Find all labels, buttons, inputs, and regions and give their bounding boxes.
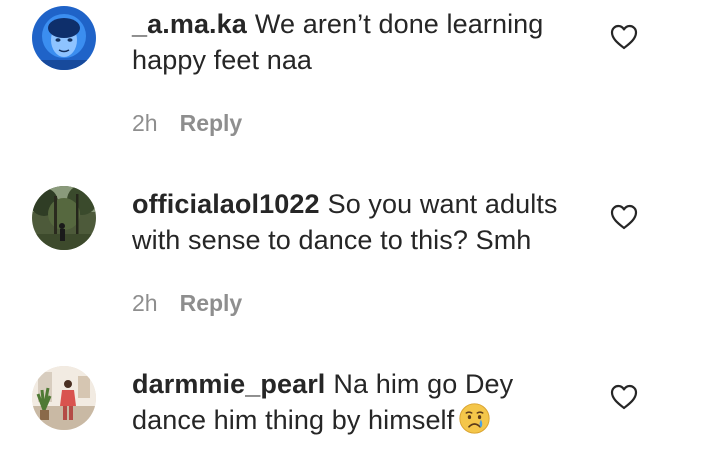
comment-item: _a.ma.ka We aren’t done learning happy fe… bbox=[0, 0, 720, 150]
avatar[interactable] bbox=[32, 366, 96, 430]
avatar-blue-filter-selfie-icon bbox=[32, 6, 96, 70]
comment-body: _a.ma.ka We aren’t done learning happy fe… bbox=[132, 6, 582, 78]
comment-username[interactable]: officialaol1022 bbox=[132, 189, 320, 219]
comment-item: darmmie_pearl Na him go Dey dance him thi… bbox=[0, 360, 720, 452]
heart-outline-icon[interactable] bbox=[610, 384, 638, 410]
comment-timestamp: 2h bbox=[132, 290, 158, 316]
avatar-forest-photo-icon bbox=[32, 186, 96, 250]
comment-body: darmmie_pearl Na him go Dey dance him thi… bbox=[132, 366, 582, 438]
avatar[interactable] bbox=[32, 186, 96, 250]
heart-outline-icon[interactable] bbox=[610, 24, 638, 50]
crying-face-emoji-icon bbox=[459, 403, 490, 434]
comment-item: officialaol1022 So you want adults with s… bbox=[0, 180, 720, 330]
comment-timestamp: 2h bbox=[132, 110, 158, 136]
heart-outline-icon[interactable] bbox=[610, 204, 638, 230]
comment-username[interactable]: darmmie_pearl bbox=[132, 369, 325, 399]
avatar[interactable] bbox=[32, 6, 96, 70]
reply-button[interactable]: Reply bbox=[180, 110, 243, 136]
avatar-room-photo-icon bbox=[32, 366, 96, 430]
comment-meta: 2h Reply bbox=[132, 289, 242, 317]
comment-username[interactable]: _a.ma.ka bbox=[132, 9, 247, 39]
comment-body: officialaol1022 So you want adults with s… bbox=[132, 186, 582, 258]
comment-meta: 2h Reply bbox=[132, 109, 242, 137]
reply-button[interactable]: Reply bbox=[180, 290, 243, 316]
